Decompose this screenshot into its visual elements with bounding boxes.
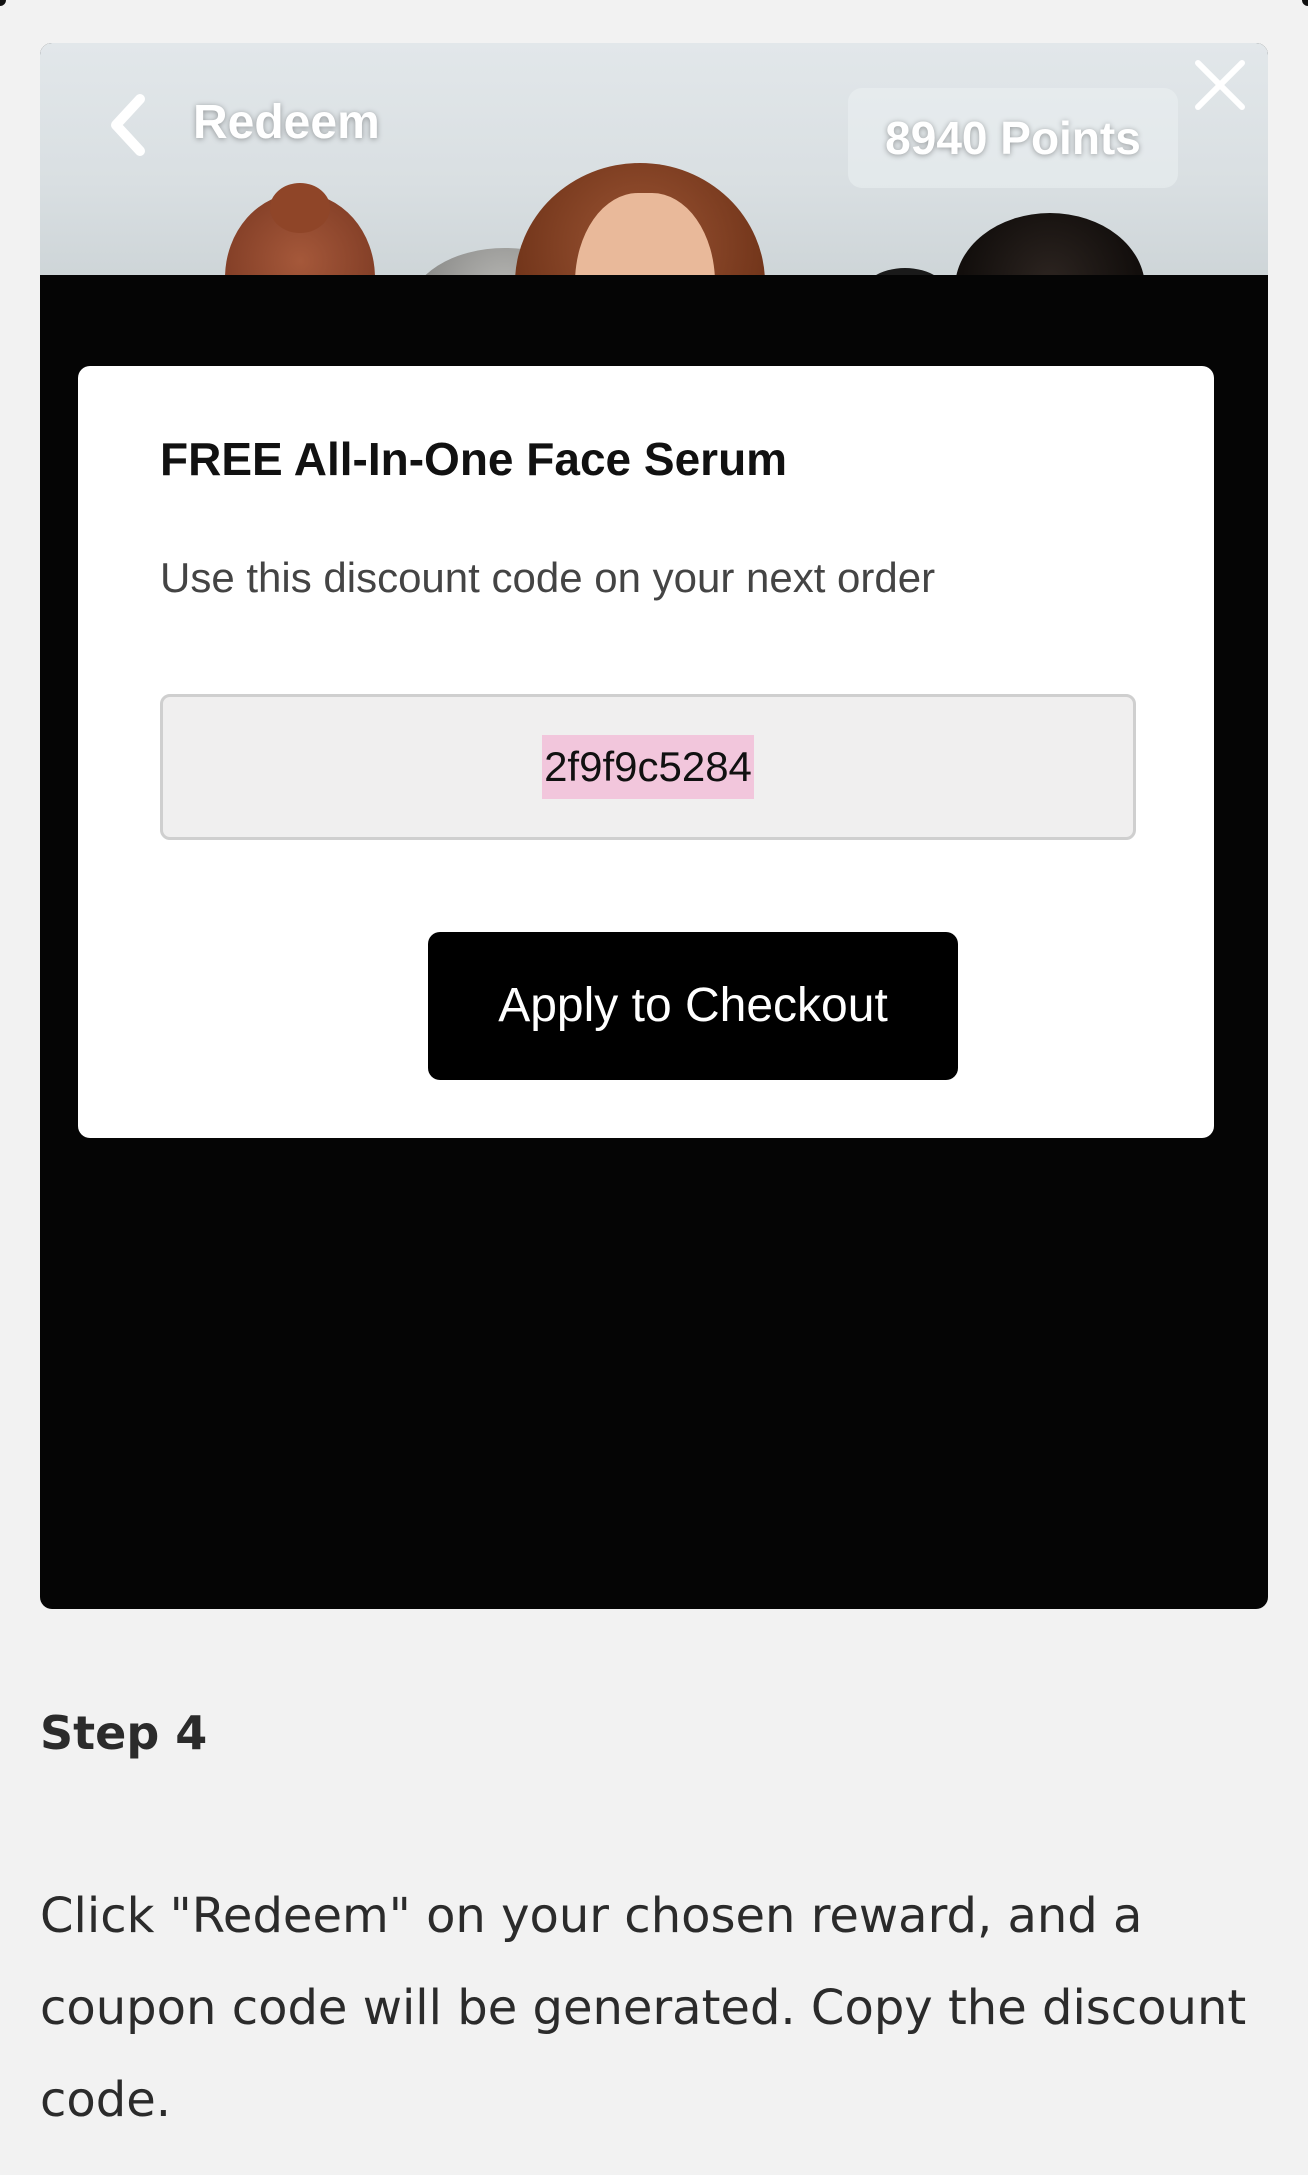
banner-photo-person: [860, 268, 950, 275]
apply-to-checkout-button[interactable]: Apply to Checkout: [428, 932, 958, 1080]
corner-decoration: [1302, 0, 1308, 6]
back-button[interactable]: [98, 85, 158, 165]
corner-decoration: [0, 0, 6, 6]
banner-photo-person: [955, 213, 1145, 275]
discount-code[interactable]: 2f9f9c5284: [542, 735, 754, 799]
banner-photo-hair-bun: [270, 183, 330, 233]
page-title: Redeem: [193, 96, 380, 149]
header-banner: Redeem 8940 Points: [40, 43, 1268, 275]
reward-instructions: Use this discount code on your next orde…: [160, 554, 936, 601]
redeem-panel: Redeem 8940 Points FREE All-In-One Face …: [40, 43, 1268, 1609]
step-title: Step 4: [40, 1706, 208, 1760]
points-badge: 8940 Points: [848, 88, 1178, 188]
reward-title: FREE All-In-One Face Serum: [160, 433, 788, 485]
step-description: Click "Redeem" on your chosen reward, an…: [40, 1888, 1247, 2128]
close-button[interactable]: [1190, 55, 1250, 115]
discount-code-field[interactable]: 2f9f9c5284: [160, 694, 1136, 840]
chevron-left-icon: [111, 94, 145, 156]
page: Redeem 8940 Points FREE All-In-One Face …: [0, 0, 1308, 2175]
reward-card: FREE All-In-One Face Serum Use this disc…: [78, 366, 1214, 1138]
close-icon: [1195, 60, 1245, 110]
